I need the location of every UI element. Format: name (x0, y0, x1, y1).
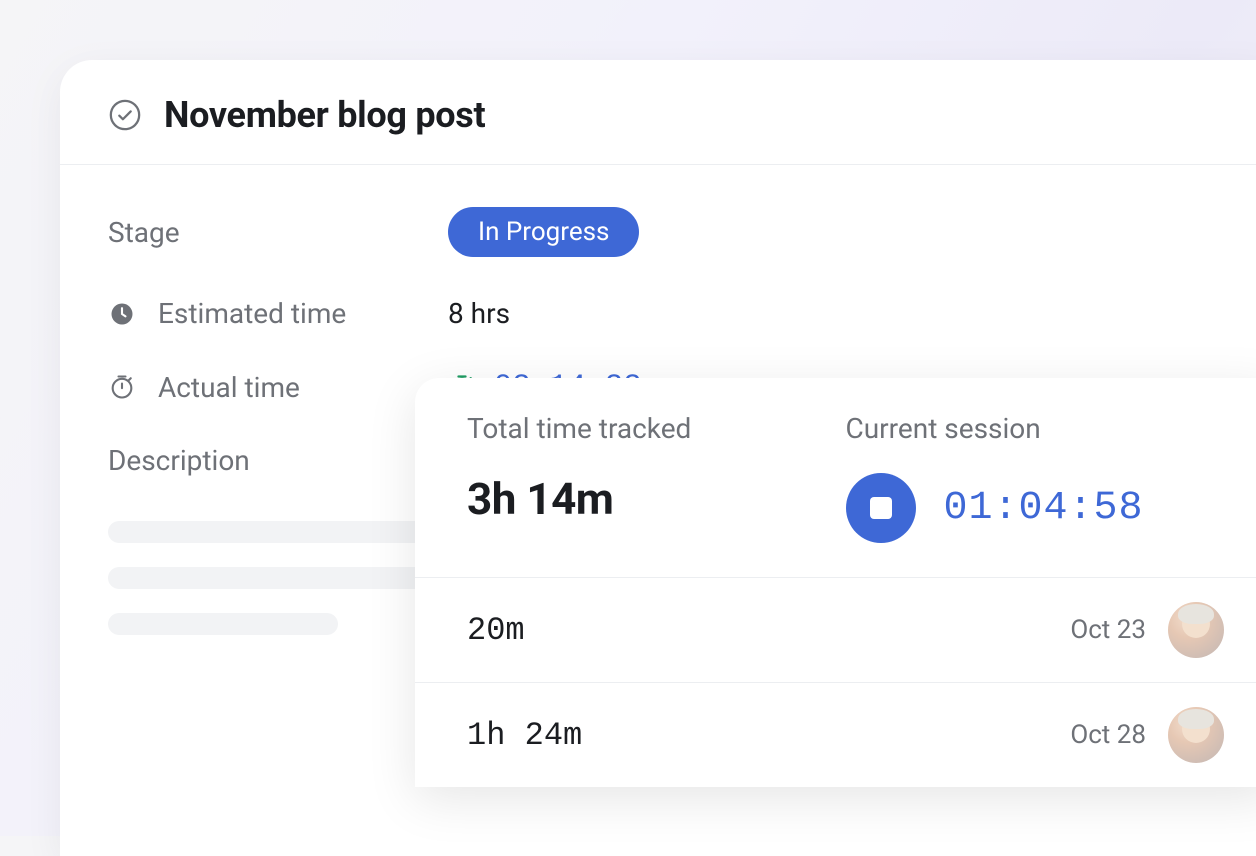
entry-duration: 1h 24m (467, 717, 582, 754)
description-placeholder-line (108, 613, 338, 635)
check-circle-icon[interactable] (108, 98, 142, 132)
stopwatch-icon (108, 373, 136, 401)
actual-label: Actual time (158, 371, 300, 404)
estimated-row: Estimated time 8 hrs (108, 297, 1228, 330)
stop-icon (870, 497, 892, 519)
total-tracked-label: Total time tracked (467, 412, 846, 445)
total-tracked-value: 3h 14m (467, 473, 846, 525)
stage-pill[interactable]: In Progress (448, 207, 639, 257)
estimated-label: Estimated time (158, 297, 346, 330)
current-session-label: Current session (846, 412, 1225, 445)
time-entry-row[interactable]: 1h 24m Oct 28 (415, 682, 1256, 787)
estimated-value[interactable]: 8 hrs (448, 297, 510, 330)
stage-row: Stage In Progress (108, 207, 1228, 257)
time-entry-row[interactable]: 20m Oct 23 (415, 577, 1256, 682)
stage-label: Stage (108, 216, 448, 249)
entry-duration: 20m (467, 612, 525, 649)
avatar (1168, 602, 1224, 658)
clock-icon (108, 300, 136, 328)
entry-date: Oct 28 (1070, 720, 1146, 750)
avatar (1168, 707, 1224, 763)
card-header: November blog post (60, 60, 1256, 165)
time-tracker-popover: Total time tracked 3h 14m Current sessio… (415, 378, 1256, 787)
current-session-value: 01:04:58 (944, 486, 1144, 531)
entry-date: Oct 23 (1070, 615, 1146, 645)
task-title: November blog post (164, 94, 485, 136)
stop-timer-button[interactable] (846, 473, 916, 543)
